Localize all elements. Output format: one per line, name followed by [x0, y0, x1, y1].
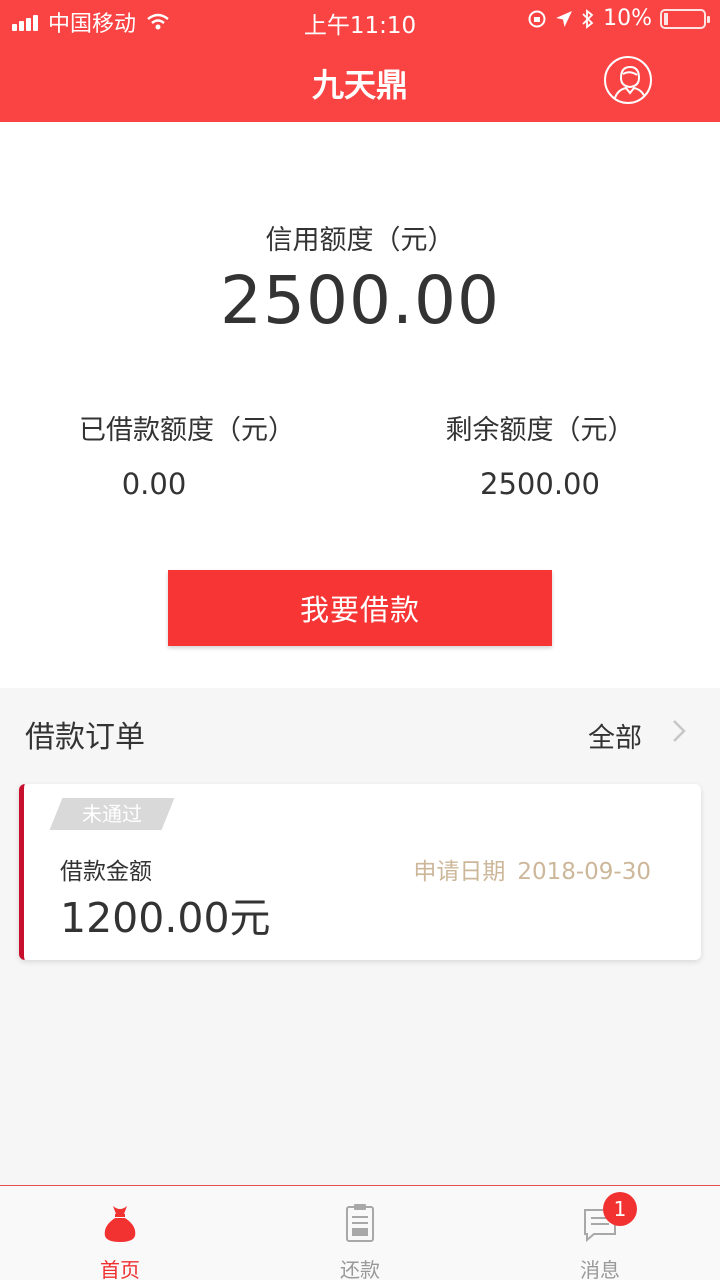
remaining-label: 剩余额度（元）	[445, 415, 635, 446]
clipboard-icon	[346, 1204, 374, 1242]
status-badge: 未通过	[49, 798, 175, 830]
status-bar: 中国移动 上午11:10 10%	[0, 0, 720, 40]
orders-header: 借款订单 全部	[0, 688, 720, 776]
tab-repay-label: 还款	[340, 1258, 380, 1280]
borrowed-value: 0.00	[121, 467, 187, 501]
borrow-button[interactable]: 我要借款	[168, 570, 552, 646]
remaining-block: 剩余额度（元） 2500.00	[360, 408, 720, 501]
remaining-value: 2500.00	[480, 467, 600, 501]
tab-home-label: 首页	[100, 1258, 140, 1280]
loan-order-card[interactable]: 未通过 借款金额 1200.00元 申请日期 2018-09-30	[19, 784, 701, 960]
credit-panel: 信用额度（元） 2500.00 已借款额度（元） 0.00 剩余额度（元） 25…	[0, 122, 720, 688]
location-icon	[556, 10, 573, 27]
borrowed-block: 已借款额度（元） 0.00	[0, 408, 360, 501]
orders-all-link[interactable]: 全部	[588, 716, 642, 755]
credit-limit-value: 2500.00	[220, 262, 500, 339]
orders-title: 借款订单	[25, 720, 145, 755]
tab-repay[interactable]: 还款	[240, 1186, 480, 1280]
loan-amount-label: 借款金额	[60, 859, 152, 885]
loan-amount-value: 1200.00元	[60, 894, 271, 942]
top-header: 中国移动 上午11:10 10% 九天鼎	[0, 0, 720, 122]
apply-date: 申请日期 2018-09-30	[413, 852, 651, 886]
tab-home[interactable]: 首页	[0, 1186, 240, 1280]
credit-limit-label: 信用额度（元）	[265, 225, 455, 256]
bluetooth-icon	[582, 8, 594, 29]
chevron-right-icon[interactable]	[668, 720, 690, 742]
apply-date-label: 申请日期	[413, 859, 506, 885]
borrowed-label: 已借款额度（元）	[79, 415, 295, 446]
apply-date-value: 2018-09-30	[517, 859, 651, 885]
rotation-lock-icon	[528, 10, 546, 27]
message-count-badge: 1	[603, 1192, 637, 1226]
battery-percent: 10%	[603, 6, 652, 31]
tab-messages-label: 消息	[580, 1258, 620, 1280]
tab-messages[interactable]: 消息	[480, 1186, 720, 1280]
user-avatar-icon[interactable]	[604, 56, 652, 104]
money-bag-icon	[104, 1206, 136, 1242]
battery-icon	[660, 8, 710, 29]
